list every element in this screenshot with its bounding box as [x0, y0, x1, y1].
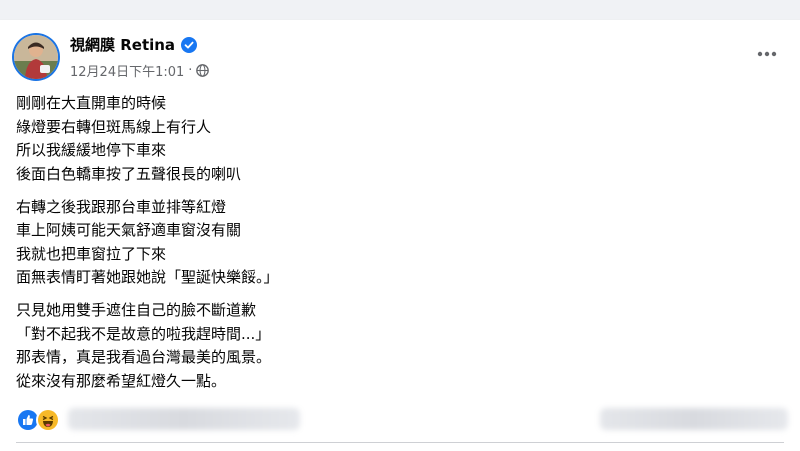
avatar[interactable] — [14, 35, 58, 79]
post-line: 那表情，真是我看過台灣最美的風景。 — [16, 348, 272, 366]
post-line: 所以我緩緩地停下車來 — [16, 141, 167, 159]
comment-share-count-redacted — [600, 408, 788, 430]
more-options-icon[interactable] — [754, 46, 780, 62]
post-paragraph-1: 剛剛在大直開車的時候 綠燈要右轉但斑馬線上有行人 所以我緩緩地停下車來 後面白色… — [16, 92, 776, 186]
verified-badge-icon — [181, 36, 198, 53]
post-line: 「對不起我不是故意的啦我趕時間...」 — [16, 324, 271, 343]
reaction-count-redacted — [68, 408, 300, 430]
meta-separator: · — [188, 63, 193, 78]
post-timestamp[interactable]: 12月24日下午1:01 — [70, 61, 184, 80]
post-line: 從來沒有那麼希望紅燈久一點。 — [16, 371, 227, 390]
post-line: 剛剛在大直開車的時候 — [16, 94, 167, 112]
reaction-summary[interactable] — [16, 408, 60, 432]
post-line: 右轉之後我跟那台車並排等紅燈 — [16, 197, 227, 216]
author-name[interactable]: 視網膜 Retina — [70, 34, 175, 55]
post-author: 視網膜 Retina — [70, 34, 198, 55]
post-line: 綠燈要右轉但斑馬線上有行人 — [16, 117, 212, 136]
post-line: 面無表情盯著她跟她說「聖誕快樂餒。」 — [16, 268, 279, 286]
post-body: 剛剛在大直開車的時候 綠燈要右轉但斑馬線上有行人 所以我緩緩地停下車來 後面白色… — [16, 92, 776, 403]
post-line: 只見她用雙手遮住自己的臉不斷道歉 — [16, 301, 257, 319]
post-paragraph-2: 右轉之後我跟那台車並排等紅燈 車上阿姨可能天氣舒適車窗沒有關 我就也把車窗拉了下… — [16, 196, 776, 290]
post-meta: 12月24日下午1:01 · — [70, 61, 210, 80]
post-paragraph-3: 只見她用雙手遮住自己的臉不斷道歉 「對不起我不是故意的啦我趕時間...」 那表情… — [16, 299, 776, 393]
post-line: 車上阿姨可能天氣舒適車窗沒有關 — [16, 221, 242, 239]
post-line: 我就也把車窗拉了下來 — [16, 244, 167, 263]
haha-reaction-icon — [36, 408, 60, 432]
divider — [16, 442, 784, 443]
globe-icon[interactable] — [196, 64, 210, 77]
post-card: 視網膜 Retina 12月24日下午1:01 · 剛剛在大直開車的時候 綠燈要… — [0, 20, 800, 451]
post-line: 後面白色轎車按了五聲很長的喇叭 — [16, 164, 242, 183]
